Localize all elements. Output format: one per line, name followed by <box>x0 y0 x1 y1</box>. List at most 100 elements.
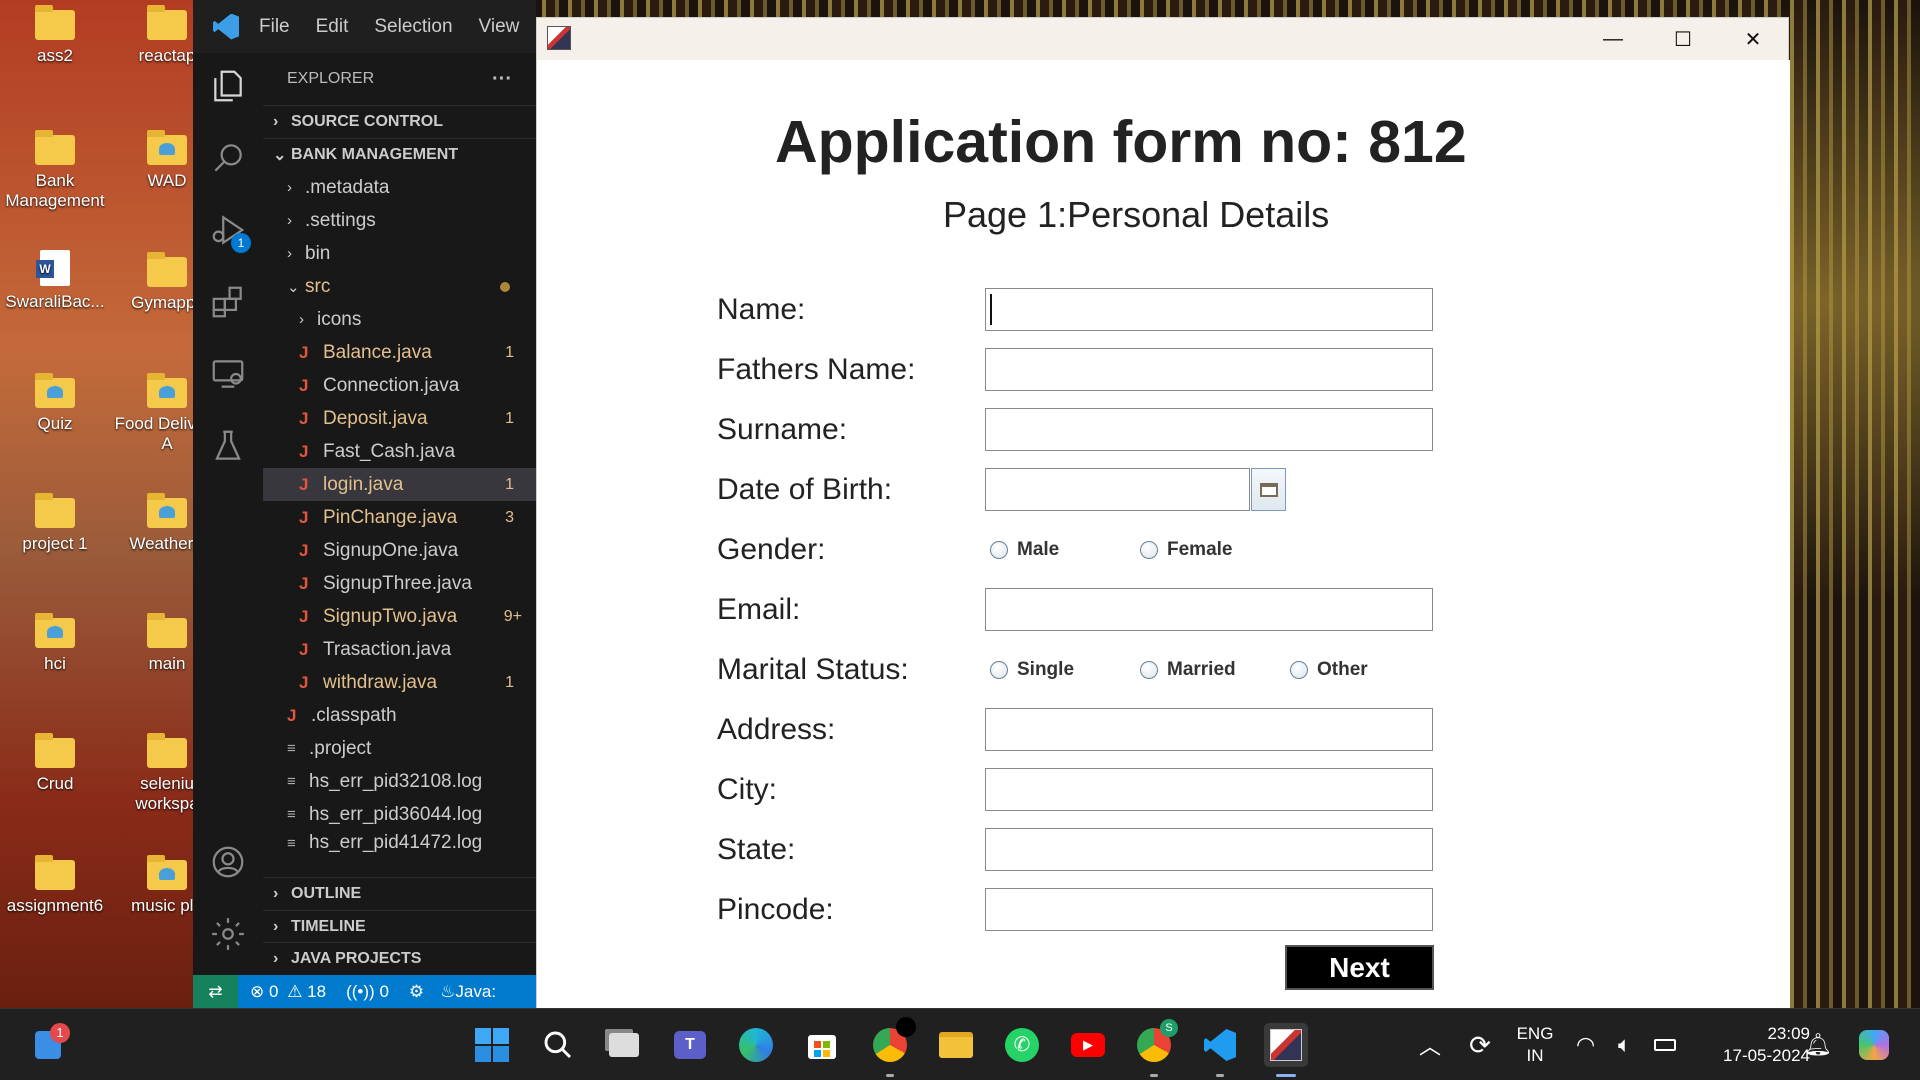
tree-item-fast-cash-java[interactable]: J Fast_Cash.java <box>263 435 536 468</box>
chevron-right-icon: › <box>299 311 304 328</box>
marital-other-radio[interactable]: Other <box>1290 659 1368 681</box>
gender-female-radio[interactable]: Female <box>1140 539 1232 561</box>
radio-circle-icon <box>990 541 1008 559</box>
section-timeline[interactable]: › TIMELINE <box>263 910 536 943</box>
chrome-app[interactable] <box>868 1017 916 1077</box>
menu-view[interactable]: View <box>479 16 520 38</box>
problems-status[interactable]: ⊗ 0 ⚠ 18 <box>250 982 326 1002</box>
ports-status[interactable]: ((•)) 0 <box>346 982 389 1002</box>
desktop-icon-ass2[interactable]: ass2 <box>0 5 110 66</box>
section-java-projects[interactable]: › JAVA PROJECTS <box>263 942 536 975</box>
tree-item-icons[interactable]: › icons <box>263 303 536 336</box>
java-app-taskbar[interactable] <box>1264 1023 1308 1077</box>
tree-item-pinchange-java[interactable]: J PinChange.java 3 <box>263 501 536 534</box>
tree-item-metadata[interactable]: › .metadata <box>263 171 536 204</box>
search-icon <box>544 1031 572 1059</box>
chevron-right-icon: › <box>273 950 279 967</box>
teams-app[interactable]: T <box>668 1023 712 1067</box>
desktop-icon-quiz[interactable]: Quiz <box>0 373 110 434</box>
explorer-icon[interactable] <box>209 67 247 105</box>
remote-indicator-icon[interactable]: ⇄ <box>193 975 238 1008</box>
widgets-button[interactable]: 1 <box>26 1023 70 1067</box>
tree-item-hs-err-log-2[interactable]: ≡ hs_err_pid36044.log <box>263 798 536 831</box>
youtube-app[interactable]: ▶ <box>1066 1023 1110 1067</box>
menu-edit[interactable]: Edit <box>316 16 349 38</box>
section-project[interactable]: ⌄ BANK MANAGEMENT <box>263 138 536 171</box>
tree-item-project[interactable]: ≡ .project <box>263 732 536 765</box>
clock[interactable]: 23:09 17-05-2024 <box>1690 1023 1810 1067</box>
search-icon[interactable] <box>209 139 247 177</box>
sync-tray-icon[interactable]: ⟳ <box>1458 1023 1502 1067</box>
tree-item-login-java[interactable]: Jlogin.java 1 <box>263 468 536 501</box>
task-view-button[interactable] <box>602 1023 646 1067</box>
tree-item-signuptwo-java[interactable]: J SignupTwo.java 9+ <box>263 600 536 633</box>
menu-file[interactable]: File <box>259 16 290 38</box>
desktop-icon-hci[interactable]: hci <box>0 613 110 674</box>
store-app[interactable] <box>800 1023 844 1067</box>
state-input[interactable] <box>985 828 1433 871</box>
accounts-icon[interactable] <box>209 843 247 881</box>
tree-item-src[interactable]: ⌄ src <box>263 270 536 303</box>
desktop-icon-swaralibac[interactable]: SwaraliBac... <box>0 250 110 312</box>
run-debug-icon[interactable]: 1 <box>209 211 251 253</box>
pincode-input[interactable] <box>985 888 1433 931</box>
fathers-name-input[interactable] <box>985 348 1433 391</box>
vscode-app[interactable] <box>1198 1023 1242 1077</box>
name-input[interactable] <box>985 288 1433 331</box>
minimize-button[interactable]: — <box>1578 18 1648 60</box>
language-indicator[interactable]: ENG IN <box>1505 1023 1565 1067</box>
java-status[interactable]: ♨Java: <box>440 982 496 1002</box>
email-input[interactable] <box>985 588 1433 631</box>
remote-explorer-icon[interactable] <box>209 355 247 393</box>
whatsapp-app[interactable]: ✆ <box>1000 1023 1044 1067</box>
gender-male-radio[interactable]: Male <box>990 539 1059 561</box>
extensions-icon[interactable] <box>209 283 247 321</box>
testing-icon[interactable] <box>209 427 247 465</box>
desktop-icon-assignment6[interactable]: assignment6 <box>0 855 110 916</box>
desktop-icon-project-1[interactable]: project 1 <box>0 493 110 554</box>
desktop-icon-bank-management[interactable]: Bank Management <box>0 130 110 212</box>
tree-item-hs-err-log-1[interactable]: ≡ hs_err_pid32108.log <box>263 765 536 798</box>
file-explorer-app[interactable] <box>934 1023 978 1067</box>
desktop-icon-crud[interactable]: Crud <box>0 733 110 794</box>
tree-item-hs-err-log-3[interactable]: ≡ hs_err_pid41472.log <box>263 831 536 855</box>
chrome-profile-app[interactable]: S <box>1132 1019 1178 1077</box>
tree-item-bin[interactable]: › bin <box>263 237 536 270</box>
calendar-icon <box>1259 482 1278 497</box>
tree-item-signupone-java[interactable]: J SignupOne.java <box>263 534 536 567</box>
warning-icon: ⚠ <box>287 981 303 1001</box>
more-actions-icon[interactable]: ··· <box>492 68 512 91</box>
notifications-button[interactable]: 🔔︎ <box>1796 1023 1840 1067</box>
maximize-button[interactable]: ☐ <box>1648 18 1718 60</box>
surname-input[interactable] <box>985 408 1433 451</box>
tree-item-settings[interactable]: › .settings <box>263 204 536 237</box>
close-button[interactable]: ✕ <box>1718 18 1788 60</box>
tree-item-signupthree-java[interactable]: J SignupThree.java <box>263 567 536 600</box>
dob-input[interactable] <box>985 468 1250 511</box>
address-input[interactable] <box>985 708 1433 751</box>
marital-single-radio[interactable]: Single <box>990 659 1074 681</box>
next-button[interactable]: Next <box>1285 945 1434 990</box>
tree-item-classpath[interactable]: J .classpath <box>263 699 536 732</box>
tree-item-deposit-java[interactable]: J Deposit.java 1 <box>263 402 536 435</box>
tree-item-withdraw-java[interactable]: Jwithdraw.java 1 <box>263 666 536 699</box>
edge-app[interactable] <box>734 1023 778 1067</box>
start-button[interactable] <box>470 1023 514 1067</box>
settings-gear-icon[interactable] <box>209 915 247 953</box>
tree-item-connection-java[interactable]: J Connection.java <box>263 369 536 402</box>
show-hidden-icons-button[interactable]: ︿ <box>1408 1023 1452 1067</box>
marital-married-radio[interactable]: Married <box>1140 659 1236 681</box>
section-source-control[interactable]: › SOURCE CONTROL <box>263 105 536 138</box>
tree-item-balance-java[interactable]: J Balance.java 1 <box>263 336 536 369</box>
tree-item-trasaction-java[interactable]: J Trasaction.java <box>263 633 536 666</box>
run-debug-badge: 1 <box>231 233 251 253</box>
taskbar-search-button[interactable] <box>536 1023 580 1067</box>
network-volume-battery[interactable]: ◠ 🔈︎ <box>1576 1023 1676 1067</box>
section-outline[interactable]: › OUTLINE <box>263 877 536 910</box>
java-file-icon: J <box>299 441 309 461</box>
menu-selection[interactable]: Selection <box>374 16 452 38</box>
copilot-button[interactable] <box>1852 1023 1896 1067</box>
debug-status-icon[interactable]: ⚙ <box>409 982 424 1002</box>
city-input[interactable] <box>985 768 1433 811</box>
calendar-picker-button[interactable] <box>1251 468 1286 511</box>
